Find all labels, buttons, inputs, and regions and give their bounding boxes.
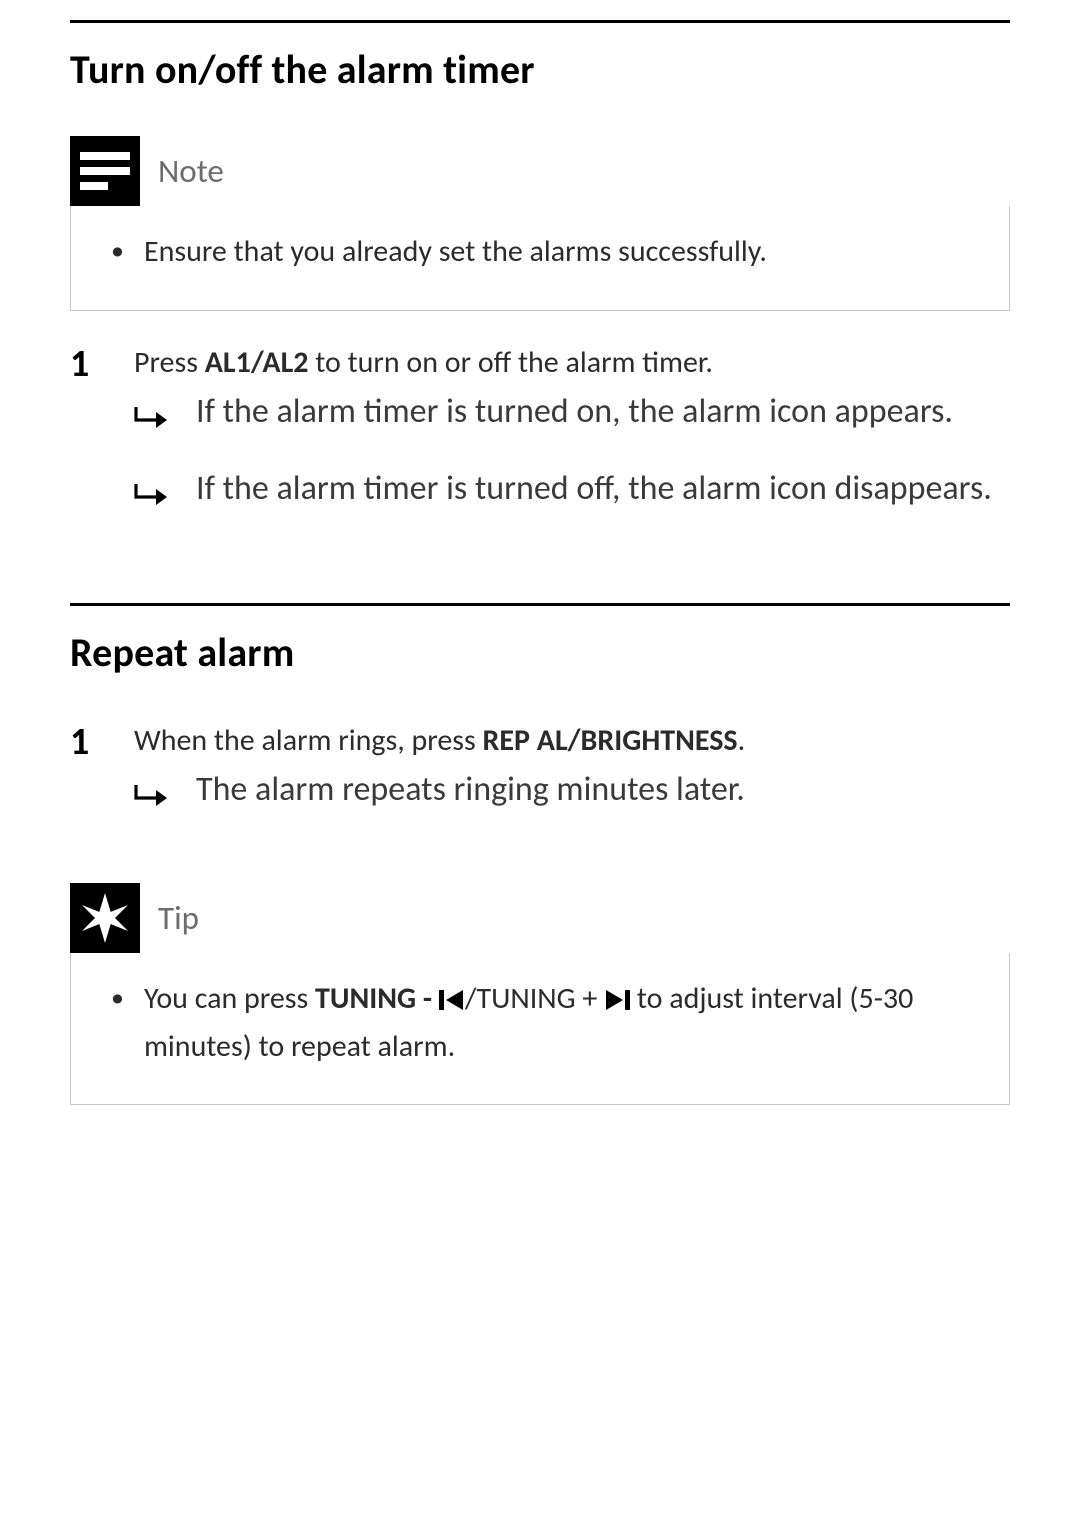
step-lead: Press AL1/AL2 to turn on or off the alar… [134, 341, 1010, 385]
tip-header: Tip [70, 883, 1010, 953]
result-item: If the alarm timer is turned off, the al… [134, 465, 1010, 524]
repeat-step-1: 1 When the alarm rings, press REP AL/BRI… [70, 719, 1010, 844]
alarm-step-1: 1 Press AL1/AL2 to turn on or off the al… [70, 341, 1010, 543]
result-list: The alarm repeats ringing minutes later. [134, 766, 1010, 825]
bullet-icon: • [111, 977, 124, 1068]
heading-alarm: Turn on/off the alarm timer [70, 45, 1010, 94]
result-arrow-icon [134, 475, 168, 524]
tip-body: • You can press TUNING - /TUNING + to ad… [70, 953, 1010, 1105]
skip-previous-icon [439, 981, 465, 1025]
divider-mid [70, 603, 1010, 606]
step-body: When the alarm rings, press REP AL/BRIGH… [134, 719, 1010, 844]
note-text: Ensure that you already set the alarms s… [144, 230, 767, 274]
tuning-plus-label: TUNING + [476, 980, 604, 1017]
tip-icon [70, 883, 140, 953]
step-lead: When the alarm rings, press REP AL/BRIGH… [134, 719, 1010, 763]
result-arrow-icon [134, 776, 168, 825]
lead-suffix: to turn on or off the alarm timer. [308, 344, 712, 381]
result-text: If the alarm timer is turned on, the ala… [196, 388, 1010, 447]
tuning-minus-label: TUNING - [315, 980, 439, 1017]
result-arrow-icon [134, 398, 168, 447]
tip-text: You can press TUNING - /TUNING + to adju… [144, 977, 985, 1068]
result-text: If the alarm timer is turned off, the al… [196, 465, 1010, 524]
step-body: Press AL1/AL2 to turn on or off the alar… [134, 341, 1010, 543]
lead-suffix: . [738, 722, 746, 759]
lead-prefix: When the alarm rings, press [134, 722, 483, 759]
note-icon [70, 136, 140, 206]
step-number: 1 [70, 341, 94, 543]
note-callout: Note • Ensure that you already set the a… [70, 136, 1010, 311]
note-body: • Ensure that you already set the alarms… [70, 206, 1010, 311]
result-item: If the alarm timer is turned on, the ala… [134, 388, 1010, 447]
note-header: Note [70, 136, 1010, 206]
note-item: • Ensure that you already set the alarms… [111, 230, 985, 274]
bullet-icon: • [111, 230, 124, 274]
result-item: The alarm repeats ringing minutes later. [134, 766, 1010, 825]
result-list: If the alarm timer is turned on, the ala… [134, 388, 1010, 525]
divider-top [70, 20, 1010, 23]
tip-label: Tip [158, 898, 199, 938]
tip-item: • You can press TUNING - /TUNING + to ad… [111, 977, 985, 1068]
step-number: 1 [70, 719, 94, 844]
slash: / [465, 980, 477, 1017]
repeat-steps: 1 When the alarm rings, press REP AL/BRI… [70, 719, 1010, 844]
heading-repeat: Repeat alarm [70, 628, 1010, 677]
alarm-steps: 1 Press AL1/AL2 to turn on or off the al… [70, 341, 1010, 543]
tip-prefix: You can press [144, 980, 315, 1017]
lead-prefix: Press [134, 344, 205, 381]
note-label: Note [158, 151, 224, 191]
tip-callout: Tip • You can press TUNING - /TUNING + t… [70, 883, 1010, 1105]
lead-strong: AL1/AL2 [205, 344, 309, 381]
result-text: The alarm repeats ringing minutes later. [196, 766, 1010, 825]
lead-strong: REP AL/BRIGHTNESS [483, 722, 738, 759]
skip-next-icon [604, 981, 630, 1025]
